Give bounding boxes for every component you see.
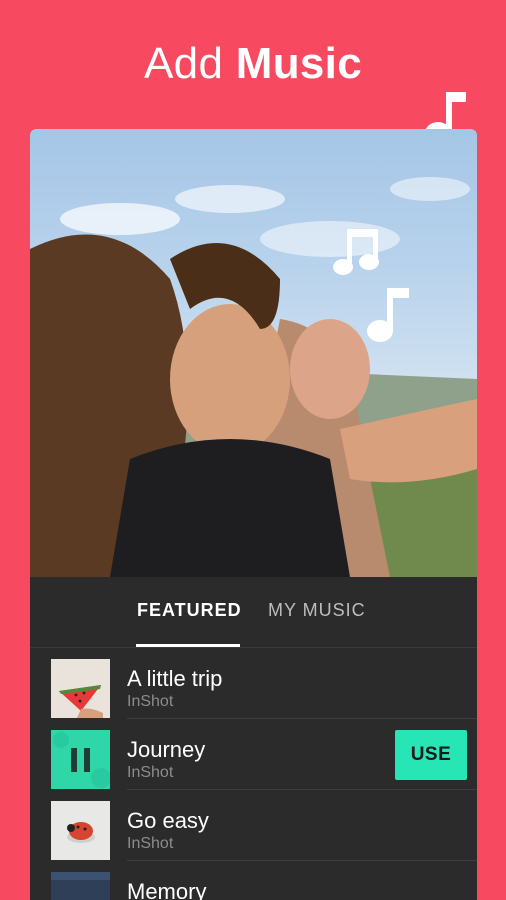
list-item[interactable]: Go easy InShot — [51, 790, 477, 861]
music-note-icon — [333, 225, 385, 277]
preview-photo — [30, 129, 477, 577]
page-headline: Add Music — [0, 38, 506, 90]
track-title: A little trip — [127, 666, 223, 691]
tab-my-music[interactable]: MY MUSIC — [268, 600, 366, 621]
headline-bold: Music — [235, 39, 362, 88]
watermelon-thumbnail — [51, 659, 110, 718]
music-note-icon — [367, 284, 413, 344]
pause-icon[interactable] — [51, 730, 110, 789]
list-item[interactable]: Journey InShot USE — [51, 719, 477, 790]
track-artist: InShot — [127, 764, 174, 781]
tab-featured[interactable]: FEATURED — [137, 600, 242, 621]
active-tab-indicator — [136, 644, 240, 647]
list-item[interactable]: A little trip InShot — [51, 648, 477, 719]
music-tabs: FEATURED MY MUSIC — [30, 577, 477, 648]
track-title: Memory — [127, 879, 207, 900]
track-title: Go easy — [127, 808, 209, 833]
music-card: FEATURED MY MUSIC A little trip InShot J… — [30, 129, 477, 900]
track-title: Journey — [127, 737, 206, 762]
use-button[interactable]: USE — [395, 730, 467, 780]
journey-thumbnail[interactable] — [51, 730, 110, 789]
track-list: A little trip InShot Journey InShot USE — [30, 648, 477, 900]
headline-light: Add — [144, 39, 224, 88]
list-item[interactable]: Memory — [51, 861, 477, 900]
track-artist: InShot — [127, 693, 174, 710]
track-artist: InShot — [127, 835, 174, 852]
ladybug-thumbnail — [51, 801, 110, 860]
memory-thumbnail — [51, 872, 110, 900]
